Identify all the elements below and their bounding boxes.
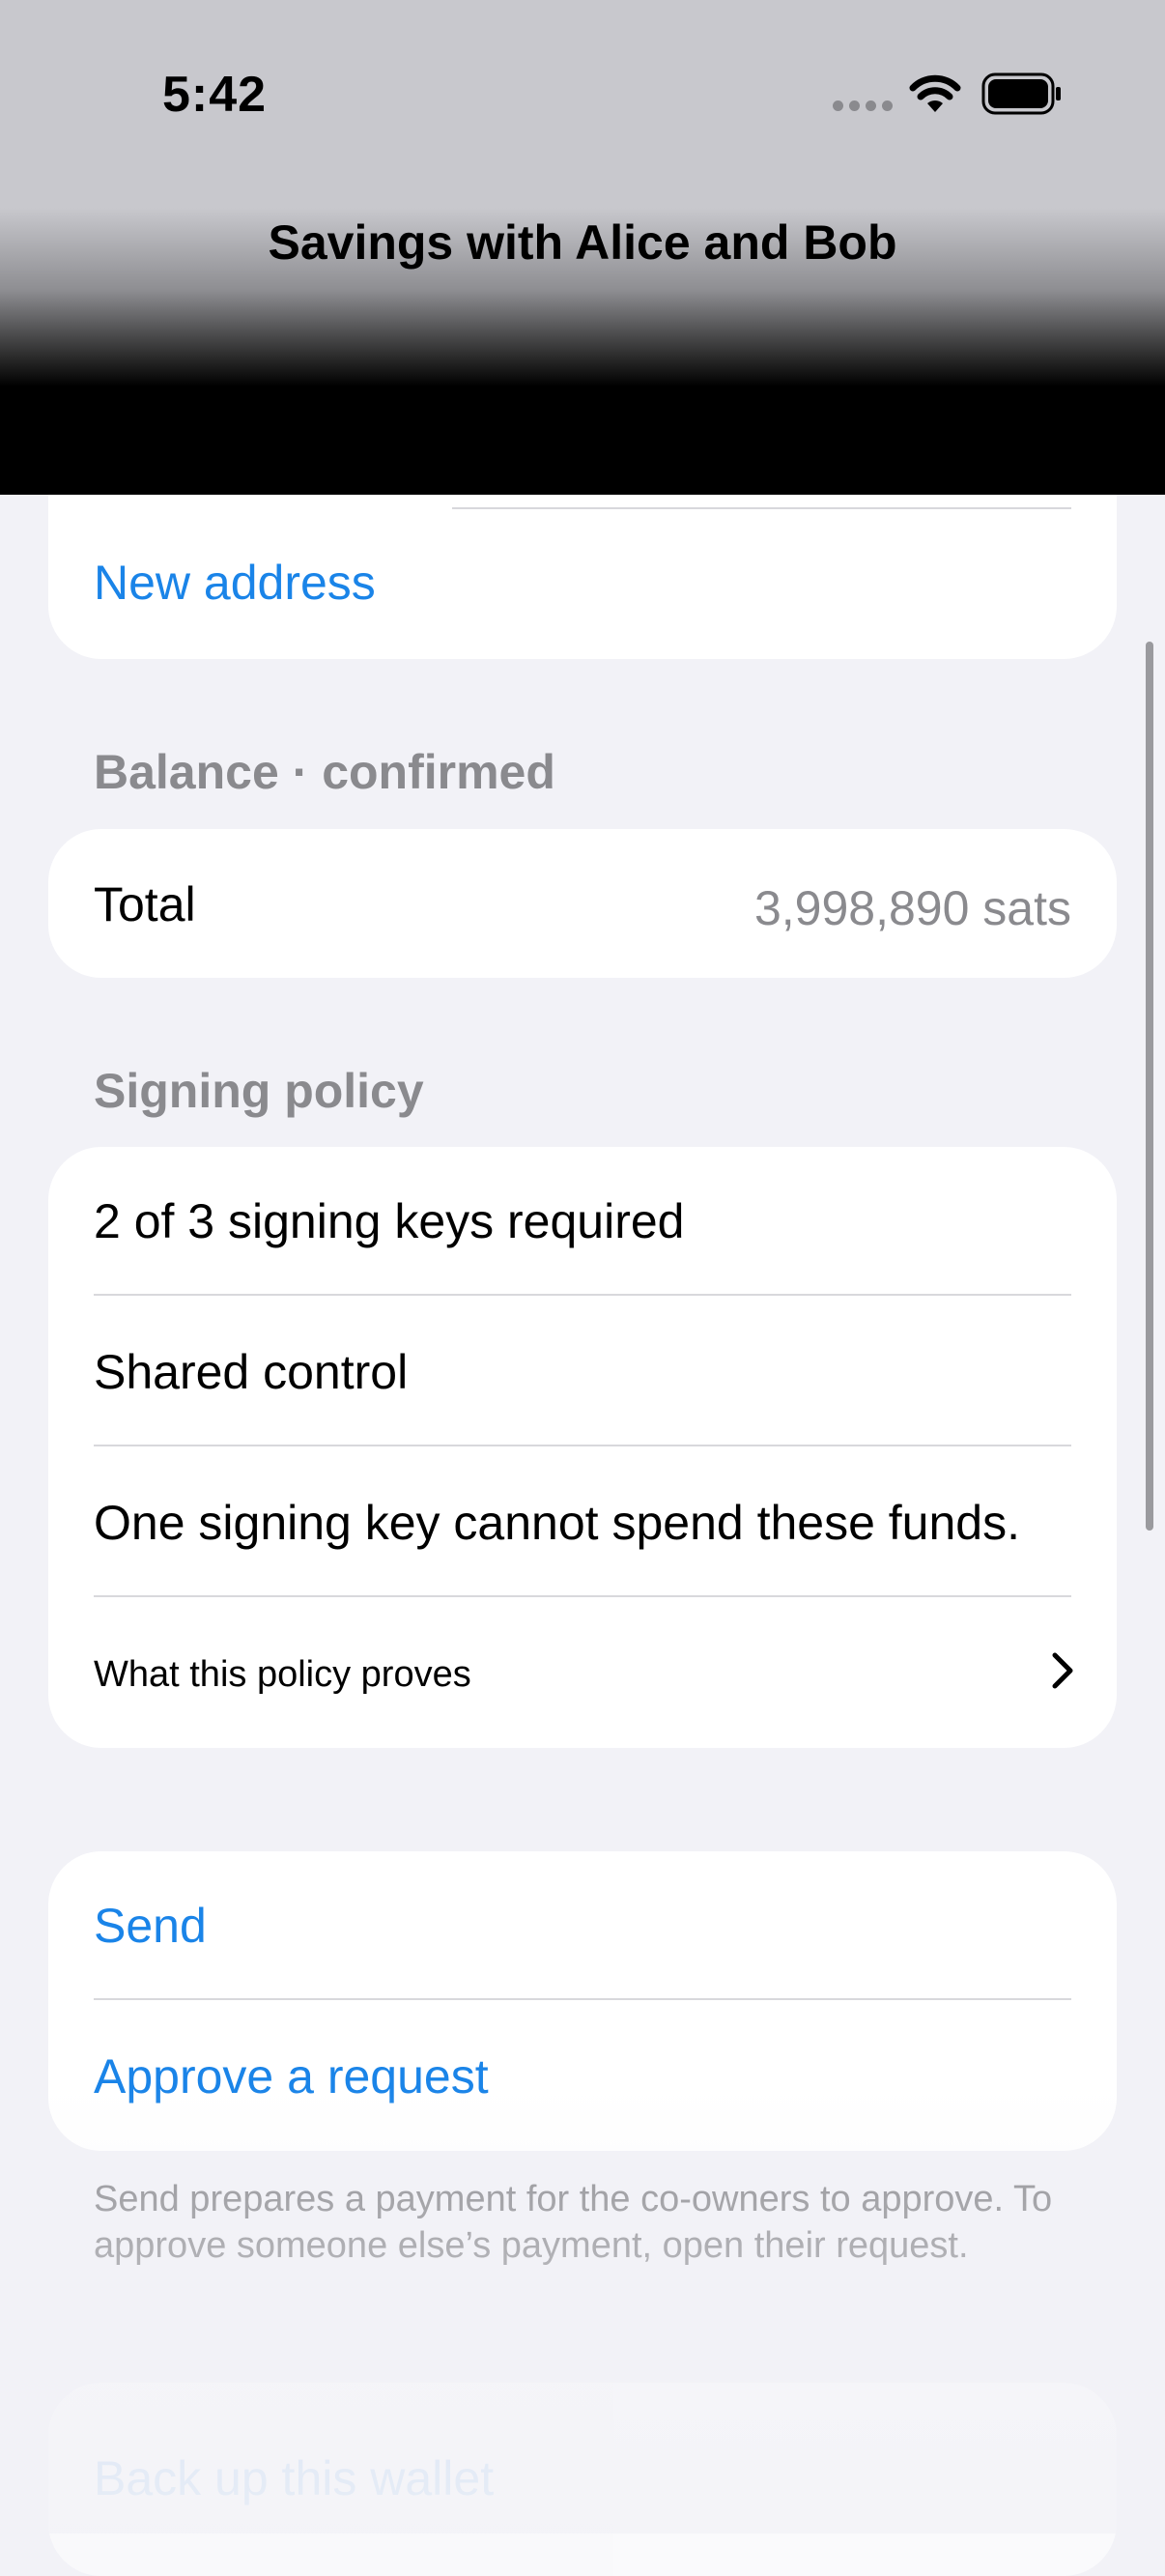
wifi-icon [909,74,961,112]
battery-icon [981,72,1061,115]
balance-card: Total 3,998,890 sats [48,829,1117,978]
signing-policy-section-header: Signing policy [94,1064,424,1118]
row-divider [94,1998,1071,2000]
chevron-right-icon[interactable] [1051,1652,1074,1689]
policy-threshold-row: 2 of 3 signing keys required [94,1194,685,1248]
row-divider [94,1445,1071,1446]
backup-card: Back up this wallet [48,2383,1117,2576]
navigation-header: 5:42 Savings with Alice and Bob [0,0,1165,495]
cellular-signal-icon [833,100,893,111]
policy-single-key-row: One signing key cannot spend these funds… [94,1496,1020,1550]
status-time: 5:42 [162,67,268,123]
actions-footnote: Send prepares a payment for the co-owner… [94,2179,1053,2266]
actions-card: Send Approve a request [48,1851,1117,2151]
row-divider [94,1595,1071,1597]
new-address-button[interactable]: New address [94,558,1071,607]
balance-section-header: Balance · confirmed [94,745,555,799]
vertical-scrollbar[interactable] [1146,642,1153,1531]
backup-wallet-button[interactable]: Back up this wallet [94,2454,1071,2503]
send-button[interactable]: Send [94,1902,1071,1950]
page-title: Savings with Alice and Bob [268,215,897,270]
row-divider [94,1294,1071,1296]
total-balance-value: 3,998,890 sats [753,881,1071,935]
policy-control-row: Shared control [94,1345,409,1399]
approve-request-button[interactable]: Approve a request [94,2052,1071,2101]
row-divider [452,507,1071,509]
policy-proof-link[interactable]: What this policy proves [94,1656,1120,1693]
